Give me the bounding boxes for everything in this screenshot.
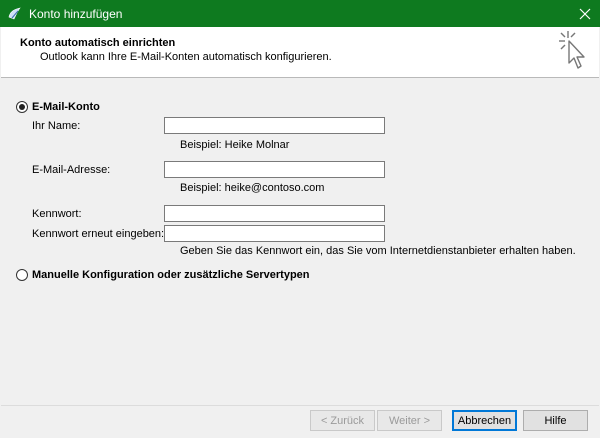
header-subtitle: Outlook kann Ihre E-Mail-Konten automati… <box>40 51 332 63</box>
password-repeat-input[interactable] <box>164 225 385 242</box>
cancel-button[interactable]: Abbrechen <box>452 410 517 431</box>
back-button[interactable]: < Zurück <box>310 410 375 431</box>
window-title: Konto hinzufügen <box>29 7 123 21</box>
close-icon <box>579 8 591 19</box>
title-bar: Konto hinzufügen <box>0 0 600 27</box>
password-hint: Geben Sie das Kennwort ein, das Sie vom … <box>180 245 576 257</box>
manual-config-label: Manuelle Konfiguration oder zusätzliche … <box>32 269 310 281</box>
wizard-content: E-Mail-Konto Ihr Name: Beispiel: Heike M… <box>1 78 599 405</box>
help-button[interactable]: Hilfe <box>523 410 588 431</box>
name-hint: Beispiel: Heike Molnar <box>180 139 290 151</box>
header-title: Konto automatisch einrichten <box>20 37 176 49</box>
close-button[interactable] <box>570 0 600 27</box>
wizard-footer: < Zurück Weiter > Abbrechen Hilfe <box>1 405 599 438</box>
email-input[interactable] <box>164 161 385 178</box>
name-label: Ihr Name: <box>32 120 81 132</box>
email-label: E-Mail-Adresse: <box>32 164 111 176</box>
email-account-radio[interactable] <box>16 101 28 113</box>
email-account-label: E-Mail-Konto <box>32 101 100 113</box>
name-input[interactable] <box>164 117 385 134</box>
password-label: Kennwort: <box>32 208 82 220</box>
email-hint: Beispiel: heike@contoso.com <box>180 182 325 194</box>
password-input[interactable] <box>164 205 385 222</box>
manual-config-radio[interactable] <box>16 269 28 281</box>
outlook-app-icon <box>8 7 21 20</box>
next-button[interactable]: Weiter > <box>377 410 442 431</box>
wizard-header: Konto automatisch einrichten Outlook kan… <box>1 27 599 78</box>
password-repeat-label: Kennwort erneut eingeben: <box>32 228 165 240</box>
cursor-sparkle-icon <box>559 31 585 69</box>
